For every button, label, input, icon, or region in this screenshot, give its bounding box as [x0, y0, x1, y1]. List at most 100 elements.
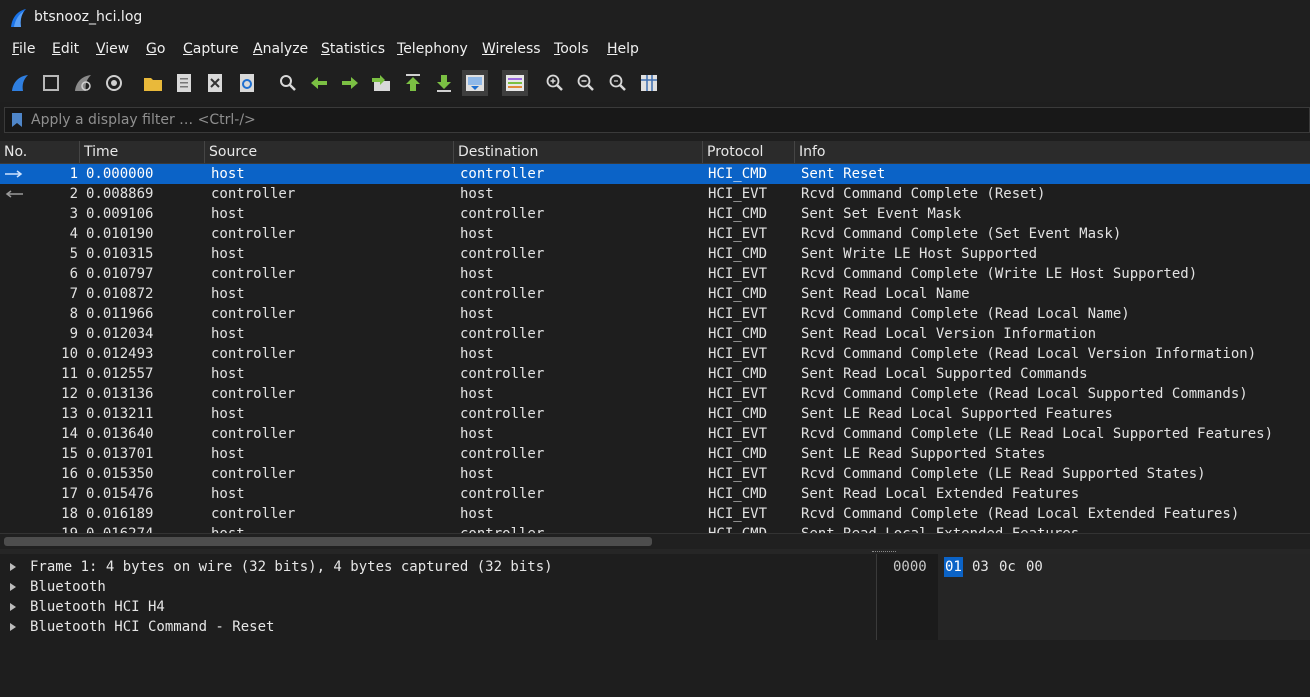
zoom-in-icon[interactable] [543, 71, 567, 95]
packet-cell-time: 0.008869 [86, 186, 154, 202]
packet-cell-info: Rcvd Command Complete (Read Local Versio… [801, 346, 1257, 362]
menu-telephony[interactable]: Telephony [397, 41, 468, 57]
menu-view[interactable]: View [96, 41, 129, 57]
packet-row[interactable]: 4 0.010190 controller host HCI_EVT Rcvd Comma… [0, 224, 1310, 244]
packet-row[interactable]: 12 0.013136 controller host HCI_EVT Rcvd Comm… [0, 384, 1310, 404]
go-forward-icon[interactable] [338, 71, 362, 95]
menu-analyze[interactable]: Analyze [253, 41, 308, 57]
bytes-hex-pane: 01 03 0c 00 [938, 554, 1310, 640]
go-back-icon[interactable] [307, 71, 331, 95]
packet-cell-dst: controller [460, 406, 545, 422]
menu-file[interactable]: File [12, 41, 35, 57]
packet-cell-info: Rcvd Command Complete (Read Local Suppor… [801, 386, 1248, 402]
expand-arrow-icon[interactable] [10, 563, 16, 571]
autoscroll-icon[interactable] [462, 70, 488, 96]
zoom-out-icon[interactable] [574, 71, 598, 95]
capture-options-icon[interactable] [102, 71, 126, 95]
packet-cell-proto: HCI_CMD [708, 286, 768, 302]
expand-arrow-icon[interactable] [10, 623, 16, 631]
menu-go[interactable]: Go [146, 41, 165, 57]
shark-fin-start-icon[interactable] [8, 71, 32, 95]
column-header-info[interactable]: Info [795, 141, 1310, 163]
go-last-packet-icon[interactable] [432, 71, 456, 95]
hscrollbar-thumb[interactable] [4, 537, 652, 546]
hex-byte[interactable]: 00 [1026, 557, 1043, 577]
packet-cell-proto: HCI_CMD [708, 366, 768, 382]
packet-cell-src: controller [211, 186, 296, 202]
menu-wireless[interactable]: Wireless [482, 41, 541, 57]
stop-capture-icon[interactable] [39, 71, 63, 95]
packet-cell-src: controller [211, 226, 296, 242]
packet-row[interactable]: 9 0.012034 host controller HCI_CMD Sent Read … [0, 324, 1310, 344]
packet-row[interactable]: 15 0.013701 host controller HCI_CMD Sent LE R… [0, 444, 1310, 464]
hex-byte-selected[interactable]: 01 [944, 557, 963, 577]
bookmark-icon[interactable] [12, 113, 22, 127]
packet-row[interactable]: 8 0.011966 controller host HCI_EVT Rcvd Comma… [0, 304, 1310, 324]
resize-columns-icon[interactable] [637, 71, 661, 95]
display-filter-input[interactable] [31, 111, 1301, 129]
column-header-source[interactable]: Source [205, 141, 454, 163]
packet-row[interactable]: 16 0.015350 controller host HCI_EVT Rcvd Comm… [0, 464, 1310, 484]
packet-cell-time: 0.016274 [86, 524, 153, 533]
packet-row[interactable]: 13 0.013211 host controller HCI_CMD Sent LE R… [0, 404, 1310, 424]
colorize-icon[interactable] [502, 70, 528, 96]
normal-size-icon[interactable] [606, 71, 630, 95]
packet-cell-src: host [211, 406, 245, 422]
packet-cell-src: controller [211, 426, 296, 442]
menu-help[interactable]: Help [607, 41, 639, 57]
packet-cell-info: Rcvd Command Complete (Read Local Name) [801, 306, 1130, 322]
packet-row[interactable]: 2 0.008869 controller host HCI_EVT Rcvd Comma… [0, 184, 1310, 204]
packet-cell-no: 9 [69, 326, 78, 342]
packet-row[interactable]: 1 0.000000 host controller HCI_CMD Sent Reset [0, 164, 1310, 184]
column-header-destination[interactable]: Destination [454, 141, 703, 163]
packet-row[interactable]: 19 0.016274 host controller HCI_CMD Sent Read… [0, 524, 1310, 533]
packet-row[interactable]: 14 0.013640 controller host HCI_EVT Rcvd Comm… [0, 424, 1310, 444]
reload-file-icon[interactable] [235, 71, 259, 95]
menu-tools[interactable]: Tools [554, 41, 589, 57]
detail-tree-item[interactable]: Bluetooth HCI H4 [0, 597, 876, 617]
packet-cell-src: host [211, 286, 245, 302]
packet-cell-time: 0.010190 [86, 226, 154, 242]
column-header-protocol[interactable]: Protocol [703, 141, 795, 163]
packet-cell-dst: controller [460, 366, 545, 382]
packet-cell-dst: controller [460, 486, 545, 502]
packet-row[interactable]: 5 0.010315 host controller HCI_CMD Sent Write… [0, 244, 1310, 264]
packet-cell-src: host [211, 366, 245, 382]
find-packet-icon[interactable] [276, 71, 300, 95]
packet-cell-no: 13 [61, 406, 78, 422]
expand-arrow-icon[interactable] [10, 603, 16, 611]
detail-tree-item[interactable]: Bluetooth HCI Command - Reset [0, 617, 876, 637]
menu-statistics[interactable]: Statistics [321, 41, 385, 57]
packet-cell-proto: HCI_CMD [708, 166, 768, 182]
packet-row[interactable]: 6 0.010797 controller host HCI_EVT Rcvd Comma… [0, 264, 1310, 284]
close-file-icon[interactable] [203, 71, 227, 95]
packet-cell-info: Rcvd Command Complete (LE Read Local Sup… [801, 426, 1274, 442]
packet-cell-info: Sent Read Local Extended Features [801, 486, 1080, 502]
column-header-time[interactable]: Time [80, 141, 205, 163]
go-to-packet-icon[interactable] [369, 71, 393, 95]
packet-row[interactable]: 18 0.016189 controller host HCI_EVT Rcvd Comm… [0, 504, 1310, 524]
hex-byte[interactable]: 03 [972, 557, 989, 577]
packet-row[interactable]: 17 0.015476 host controller HCI_CMD Sent Read… [0, 484, 1310, 504]
detail-tree-item[interactable]: Frame 1: 4 bytes on wire (32 bits), 4 by… [0, 557, 876, 577]
column-header-no[interactable]: No. [0, 141, 80, 163]
open-file-icon[interactable] [141, 71, 165, 95]
packet-row[interactable]: 3 0.009106 host controller HCI_CMD Sent Set E… [0, 204, 1310, 224]
go-first-packet-icon[interactable] [401, 71, 425, 95]
save-file-icon[interactable] [172, 71, 196, 95]
packet-row[interactable]: 11 0.012557 host controller HCI_CMD Sent Read… [0, 364, 1310, 384]
packet-row[interactable]: 10 0.012493 controller host HCI_EVT Rcvd Comm… [0, 344, 1310, 364]
detail-tree-item[interactable]: Bluetooth [0, 577, 876, 597]
packet-row[interactable]: 7 0.010872 host controller HCI_CMD Sent Read … [0, 284, 1310, 304]
menu-edit[interactable]: Edit [52, 41, 79, 57]
display-filter-bar [4, 107, 1310, 133]
packet-list-header: No. Time Source Destination Protocol Inf… [0, 141, 1310, 164]
packet-cell-dst: controller [460, 206, 545, 222]
hex-byte[interactable]: 0c [999, 557, 1016, 577]
restart-capture-icon[interactable] [71, 71, 95, 95]
menu-capture[interactable]: Capture [183, 41, 239, 57]
packet-list-hscrollbar[interactable] [0, 533, 1310, 550]
packet-cell-no: 18 [61, 506, 78, 522]
packet-cell-src: host [211, 486, 245, 502]
expand-arrow-icon[interactable] [10, 583, 16, 591]
